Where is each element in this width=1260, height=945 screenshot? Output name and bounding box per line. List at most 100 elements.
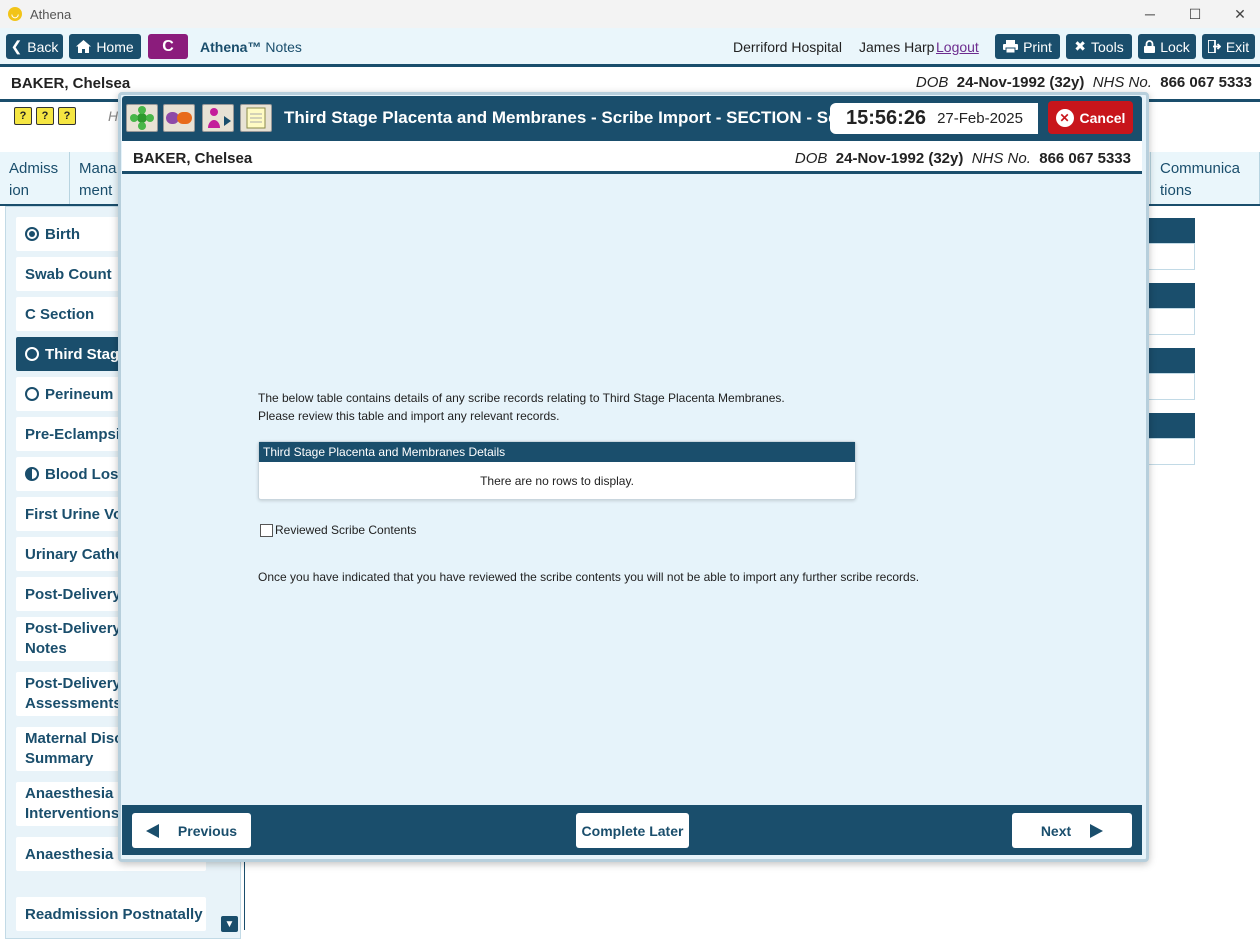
- tools-label: Tools: [1091, 38, 1124, 55]
- print-button[interactable]: Print: [995, 34, 1060, 59]
- background-heading: H: [108, 108, 119, 124]
- user-name: James Harp: [859, 39, 935, 55]
- intro-text: The below table contains details of any …: [258, 389, 785, 425]
- help-chat-icon[interactable]: ?: [14, 107, 32, 125]
- sidebar-item-label: Third Stage: [45, 345, 128, 363]
- exit-button[interactable]: Exit: [1202, 34, 1255, 59]
- sidebar-item-readmission-postnatally[interactable]: Readmission Postnatally: [16, 897, 206, 931]
- home-label: Home: [96, 38, 134, 55]
- maximize-icon[interactable]: ☐: [1172, 0, 1218, 28]
- chevron-left-icon: ❮: [10, 38, 23, 54]
- tab-management-line2: ment: [79, 182, 113, 199]
- window-titlebar: ◡ Athena: [0, 0, 1260, 28]
- reviewed-checkbox[interactable]: [260, 523, 273, 537]
- sidebar-item-label: Blood Loss: [45, 465, 127, 483]
- lock-button[interactable]: Lock: [1138, 34, 1196, 59]
- notepad-icon[interactable]: [240, 104, 272, 132]
- person-arrow-icon[interactable]: [202, 104, 234, 132]
- grid-header: Third Stage Placenta and Membranes Detai…: [259, 442, 855, 462]
- sidebar-item-label: First Urine Voi: [25, 505, 127, 523]
- tab-communications-line1: Communica: [1160, 160, 1241, 177]
- help-icons: ? ? ?: [14, 107, 76, 125]
- dob-value: 24-Nov-1992 (32y): [956, 74, 1085, 91]
- previous-button[interactable]: Previous: [132, 813, 251, 848]
- status-empty-icon: [25, 347, 39, 361]
- app-module: Notes: [265, 39, 302, 55]
- top-toolbar: ❮ Back Home C Athena™ Notes Derriford Ho…: [0, 28, 1260, 64]
- sidebar-item-label: Swab Count: [25, 265, 112, 283]
- lock-icon: [1144, 40, 1156, 53]
- status-complete-icon: [25, 227, 39, 241]
- window-title: Athena: [30, 6, 72, 22]
- modal-patient-name: BAKER, Chelsea: [133, 150, 253, 167]
- nhs-label: NHS No.: [971, 150, 1031, 167]
- logout-link[interactable]: Logout: [936, 39, 979, 55]
- home-icon: [76, 40, 92, 53]
- back-button[interactable]: ❮ Back: [6, 34, 63, 59]
- lock-label: Lock: [1160, 38, 1190, 55]
- modal-patient-banner: BAKER, Chelsea DOB 24-Nov-1992 (32y) NHS…: [122, 141, 1142, 174]
- dob-label: DOB: [794, 150, 828, 167]
- grid-empty-message: There are no rows to display.: [480, 474, 634, 488]
- help-info-icon[interactable]: ?: [58, 107, 76, 125]
- app-name: Athena™ Notes: [200, 39, 302, 55]
- print-label: Print: [1023, 38, 1052, 55]
- patient-details: DOB 24-Nov-1992 (32y) NHS No. 866 067 53…: [916, 74, 1252, 91]
- app-brand: Athena™: [200, 39, 262, 55]
- sidebar-item-label: Anaesthesia Interventions: [25, 785, 120, 822]
- intro-line-1: The below table contains details of any …: [258, 391, 785, 405]
- status-partial-icon: [25, 467, 39, 481]
- tab-communications[interactable]: Communica tions: [1150, 152, 1260, 204]
- cancel-label: Cancel: [1079, 109, 1126, 126]
- cancel-button[interactable]: ✕ Cancel: [1048, 101, 1133, 134]
- tools-icon: ✖: [1074, 38, 1087, 54]
- sidebar-item-label: Post-Delivery Assessments: [25, 675, 122, 712]
- close-window-icon[interactable]: ✕: [1217, 0, 1260, 28]
- sidebar-item-label: Post-Delivery Notes: [25, 620, 121, 657]
- scribe-records-grid: Third Stage Placenta and Membranes Detai…: [258, 441, 856, 500]
- sidebar-item-label: Readmission Postnatally: [25, 905, 203, 923]
- home-button[interactable]: Home: [69, 34, 141, 59]
- sidebar-item-label: Perineum: [45, 385, 114, 403]
- next-button[interactable]: Next: [1012, 813, 1132, 848]
- help-icon[interactable]: ?: [36, 107, 54, 125]
- minimize-icon[interactable]: ─: [1127, 0, 1173, 28]
- nhs-value: 866 067 5333: [1039, 150, 1131, 167]
- tools-button[interactable]: ✖ Tools: [1066, 34, 1132, 59]
- sidebar-item-label: Pre-Eclampsia: [25, 425, 129, 443]
- exit-label: Exit: [1225, 38, 1250, 55]
- reviewed-checkbox-label[interactable]: Reviewed Scribe Contents: [275, 523, 416, 537]
- sidebar-item-label: Birth: [45, 225, 80, 243]
- modal-clock: 15:56:26 27-Feb-2025: [830, 103, 1038, 134]
- pill-icon[interactable]: [163, 104, 195, 132]
- sidebar-item-label: Urinary Cathe: [25, 545, 124, 563]
- hospital-name: Derriford Hospital: [733, 39, 842, 55]
- printer-icon: [1003, 40, 1019, 53]
- nhs-value: 866 067 5333: [1160, 74, 1252, 91]
- dob-value: 24-Nov-1992 (32y): [835, 150, 964, 167]
- exit-icon: [1207, 40, 1221, 53]
- athena-logo-icon: ◡: [8, 7, 22, 21]
- tab-communications-line2: tions: [1160, 182, 1192, 199]
- reviewed-checkbox-row[interactable]: Reviewed Scribe Contents: [260, 523, 416, 537]
- tab-management[interactable]: Mana ment: [70, 152, 125, 204]
- current-date: 27-Feb-2025: [937, 110, 1023, 127]
- leaf-icon[interactable]: [126, 104, 158, 132]
- sidebar-item-label: C Section: [25, 305, 95, 323]
- tab-admission-line1: Admiss: [9, 160, 59, 177]
- dob-label: DOB: [915, 74, 949, 91]
- tab-admission-line2: ion: [9, 182, 30, 199]
- chevron-down-icon[interactable]: ▼: [221, 916, 238, 932]
- back-label: Back: [27, 38, 59, 55]
- next-label: Next: [1040, 822, 1072, 839]
- status-empty-icon: [25, 387, 39, 401]
- patient-name: BAKER, Chelsea: [11, 75, 131, 92]
- c-button[interactable]: C: [148, 34, 188, 59]
- review-note: Once you have indicated that you have re…: [258, 570, 920, 584]
- modal-patient-details: DOB 24-Nov-1992 (32y) NHS No. 866 067 53…: [795, 150, 1131, 167]
- tab-admission[interactable]: Admiss ion: [0, 152, 70, 204]
- previous-label: Previous: [177, 822, 238, 839]
- nhs-label: NHS No.: [1092, 74, 1152, 91]
- complete-later-button[interactable]: Complete Later: [576, 813, 689, 848]
- current-time: 15:56:26: [846, 107, 927, 129]
